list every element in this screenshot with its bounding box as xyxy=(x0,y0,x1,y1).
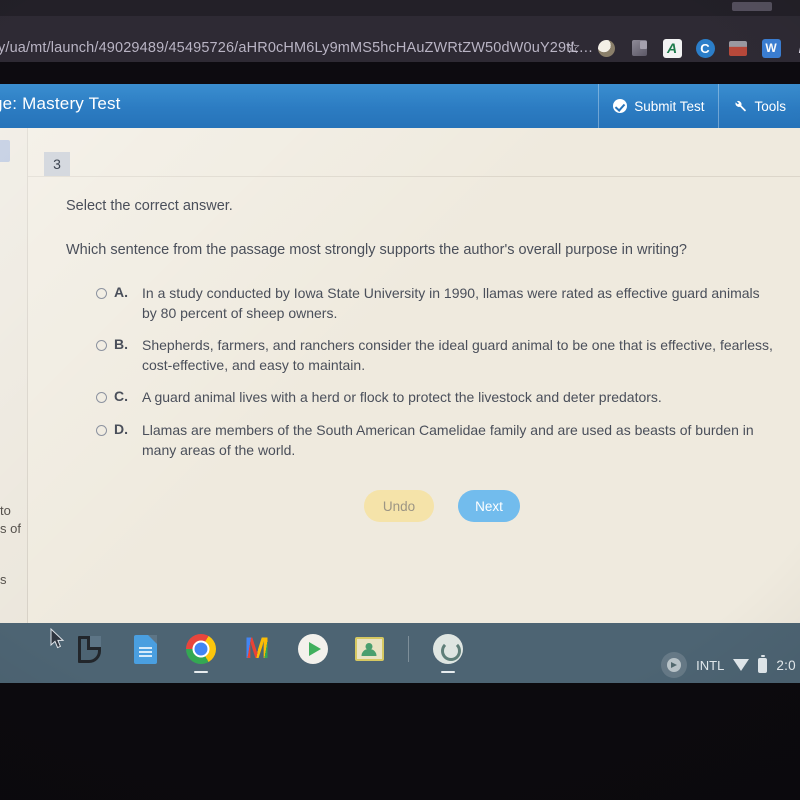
launcher-icon[interactable] xyxy=(72,632,106,666)
gmail-letter: M xyxy=(244,632,270,665)
radio-button-b[interactable] xyxy=(96,339,107,351)
instruction-text: Select the correct answer. xyxy=(66,198,233,214)
app-header-bar: ge: Mastery Test Submit Test Tools xyxy=(0,84,800,128)
undo-button[interactable]: Undo xyxy=(364,490,434,522)
wifi-icon xyxy=(733,659,750,671)
extension-c-label: C xyxy=(695,38,715,58)
radio-button-d[interactable] xyxy=(96,425,107,437)
tray-media-button[interactable] xyxy=(661,652,688,678)
answer-option-c[interactable]: C. A guard animal lives with a herd or f… xyxy=(96,388,786,408)
screen-capture-icon[interactable] xyxy=(431,632,465,673)
radio-button-a[interactable] xyxy=(96,288,107,299)
google-docs-icon[interactable] xyxy=(128,632,162,666)
battery-icon xyxy=(758,657,768,673)
extension-red-icon[interactable] xyxy=(728,38,748,58)
radio-button-c[interactable] xyxy=(96,391,107,403)
system-tray: INTL 2:0 xyxy=(661,647,800,683)
status-area[interactable]: INTL 2:0 xyxy=(696,657,800,673)
tools-button[interactable]: Tools xyxy=(718,84,800,128)
sidebar-tab-handle[interactable] xyxy=(0,140,10,162)
answer-option-d[interactable]: D. Llamas are members of the South Ameri… xyxy=(96,421,786,461)
option-letter-b: B. xyxy=(114,335,128,352)
browser-chrome: y/ua/mt/launch/49029489/45495726/aHR0cHM… xyxy=(0,0,800,62)
volume-icon xyxy=(667,658,682,672)
keyboard-layout-label: INTL xyxy=(696,657,725,673)
extension-w-icon[interactable]: W xyxy=(761,38,781,58)
header-actions: Submit Test Tools xyxy=(598,84,800,128)
answer-option-a[interactable]: A. In a study conducted by Iowa State Un… xyxy=(96,284,786,324)
tools-label: Tools xyxy=(754,98,786,114)
extension-gray-icon[interactable] xyxy=(629,38,649,58)
answer-option-b[interactable]: B. Shepherds, farmers, and ranchers cons… xyxy=(96,336,786,376)
gmail-icon[interactable]: M xyxy=(240,632,274,666)
option-text-c: A guard animal lives with a herd or floc… xyxy=(142,388,662,405)
shelf-separator xyxy=(408,636,409,662)
extension-achieve-icon[interactable]: A xyxy=(662,38,682,58)
question-prompt: Which sentence from the passage most str… xyxy=(66,242,687,258)
option-letter-a: A. xyxy=(114,284,128,300)
question-action-buttons: Undo Next xyxy=(364,490,520,522)
browser-toolbar-icons: ☆ A C W K xyxy=(563,38,800,58)
question-number-badge: 3 xyxy=(44,152,70,176)
check-circle-icon xyxy=(613,99,628,113)
passage-fragment-1: to xyxy=(0,503,11,518)
page-title: ge: Mastery Test xyxy=(0,94,121,113)
shelf-app-icons: M xyxy=(72,632,465,673)
answer-options-list: A. In a study conducted by Iowa State Un… xyxy=(96,284,786,473)
submit-test-button[interactable]: Submit Test xyxy=(598,84,718,128)
option-letter-d: D. xyxy=(114,421,128,438)
browser-tab-strip xyxy=(0,0,800,16)
submit-test-label: Submit Test xyxy=(634,98,705,114)
extension-achieve-label: A xyxy=(662,38,682,58)
extension-c-icon[interactable]: C xyxy=(695,38,715,58)
wrench-icon xyxy=(733,99,747,113)
option-text-b: Shepherds, farmers, and ranchers conside… xyxy=(142,336,773,373)
next-button[interactable]: Next xyxy=(458,490,520,522)
passage-fragment-3: s xyxy=(0,572,7,587)
extension-profile-icon[interactable] xyxy=(596,38,616,58)
chrome-icon[interactable] xyxy=(184,632,218,673)
google-classroom-icon[interactable] xyxy=(352,632,386,666)
option-letter-c: C. xyxy=(114,387,128,404)
chromebook-screen-photo: y/ua/mt/launch/49029489/45495726/aHR0cHM… xyxy=(0,0,800,800)
omnibox-row: y/ua/mt/launch/49029489/45495726/aHR0cHM… xyxy=(0,16,800,62)
address-bar-url[interactable]: y/ua/mt/launch/49029489/45495726/aHR0cHM… xyxy=(0,40,593,56)
clock-label: 2:0 xyxy=(776,657,796,673)
extension-w-label: W xyxy=(761,38,781,58)
browser-tab[interactable] xyxy=(732,2,772,11)
option-text-d: Llamas are members of the South American… xyxy=(142,422,754,459)
play-store-icon[interactable] xyxy=(296,632,330,666)
extension-k-icon[interactable]: K xyxy=(794,38,800,58)
option-text-a: In a study conducted by Iowa State Unive… xyxy=(142,285,760,321)
bookmark-star-icon[interactable]: ☆ xyxy=(563,38,583,58)
passage-fragment-2: s of xyxy=(0,521,21,536)
passage-sidebar-strip xyxy=(0,128,28,623)
screen-bezel-bottom xyxy=(0,683,800,800)
card-top-divider xyxy=(28,176,800,177)
